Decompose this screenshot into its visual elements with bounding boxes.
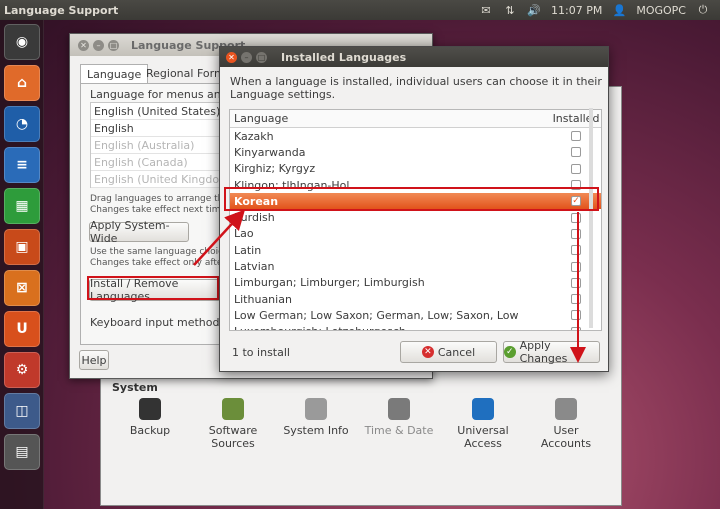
arrow-to-korean bbox=[193, 209, 246, 266]
annotation-arrows bbox=[193, 209, 586, 363]
